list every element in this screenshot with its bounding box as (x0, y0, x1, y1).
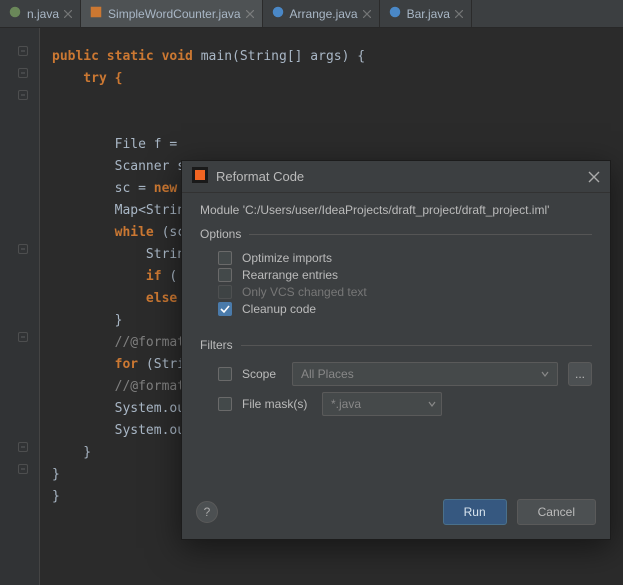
java-file-icon (8, 5, 22, 22)
checkbox-label: Optimize imports (242, 251, 332, 265)
dialog-title: Reformat Code (216, 169, 580, 184)
checkbox-label: Rearrange entries (242, 268, 338, 282)
close-icon[interactable] (455, 7, 463, 21)
file-mask-combo[interactable]: *.java (322, 392, 442, 416)
checkbox-unchecked[interactable] (218, 367, 232, 381)
help-button[interactable]: ? (196, 501, 218, 523)
filters-section-label: Filters (200, 338, 592, 352)
checkbox-label: Only VCS changed text (242, 285, 367, 299)
tab-label: n.java (27, 7, 59, 21)
scope-browse-button[interactable]: ... (568, 362, 592, 386)
rearrange-entries-row[interactable]: Rearrange entries (218, 268, 592, 282)
tab-label: Arrange.java (290, 7, 358, 21)
options-section-label: Options (200, 227, 592, 241)
dialog-footer: ? Run Cancel (182, 489, 610, 539)
dialog-body: Module 'C:/Users/user/IdeaProjects/draft… (182, 193, 610, 489)
chevron-down-icon[interactable] (422, 392, 442, 416)
java-class-icon (271, 5, 285, 22)
scope-label: Scope (242, 367, 282, 381)
cleanup-code-row[interactable]: Cleanup code (218, 302, 592, 316)
java-file-icon (89, 5, 103, 22)
tab-2[interactable]: Arrange.java (263, 0, 380, 27)
file-mask-label: File mask(s) (242, 397, 312, 411)
file-mask-input: *.java (322, 392, 422, 416)
tab-label: SimpleWordCounter.java (108, 7, 241, 21)
cancel-button[interactable]: Cancel (517, 499, 596, 525)
app-icon (192, 167, 208, 186)
tab-1[interactable]: SimpleWordCounter.java (81, 0, 263, 27)
checkbox-unchecked[interactable] (218, 251, 232, 265)
checkbox-label: Cleanup code (242, 302, 316, 316)
optimize-imports-row[interactable]: Optimize imports (218, 251, 592, 265)
close-icon[interactable] (588, 171, 600, 183)
close-icon[interactable] (363, 7, 371, 21)
dialog-header: Reformat Code (182, 161, 610, 193)
close-icon[interactable] (246, 7, 254, 21)
scope-value: All Places (301, 367, 354, 381)
tab-label: Bar.java (407, 7, 450, 21)
checkbox-disabled (218, 285, 232, 299)
checkbox-unchecked[interactable] (218, 268, 232, 282)
run-button[interactable]: Run (443, 499, 507, 525)
scope-row: Scope All Places ... (218, 362, 592, 386)
java-class-icon (388, 5, 402, 22)
tab-bar: n.java SimpleWordCounter.java Arrange.ja… (0, 0, 623, 28)
tab-0[interactable]: n.java (0, 0, 81, 27)
close-icon[interactable] (64, 7, 72, 21)
vcs-changed-row: Only VCS changed text (218, 285, 592, 299)
module-path: Module 'C:/Users/user/IdeaProjects/draft… (200, 203, 592, 217)
reformat-code-dialog: Reformat Code Module 'C:/Users/user/Idea… (181, 160, 611, 540)
file-mask-row: File mask(s) *.java (218, 392, 592, 416)
checkbox-checked[interactable] (218, 302, 232, 316)
checkbox-unchecked[interactable] (218, 397, 232, 411)
scope-select[interactable]: All Places (292, 362, 558, 386)
editor-area: public static void main(String[] args) {… (0, 28, 623, 585)
chevron-down-icon (541, 367, 549, 381)
tab-3[interactable]: Bar.java (380, 0, 472, 27)
gutter (0, 28, 40, 585)
